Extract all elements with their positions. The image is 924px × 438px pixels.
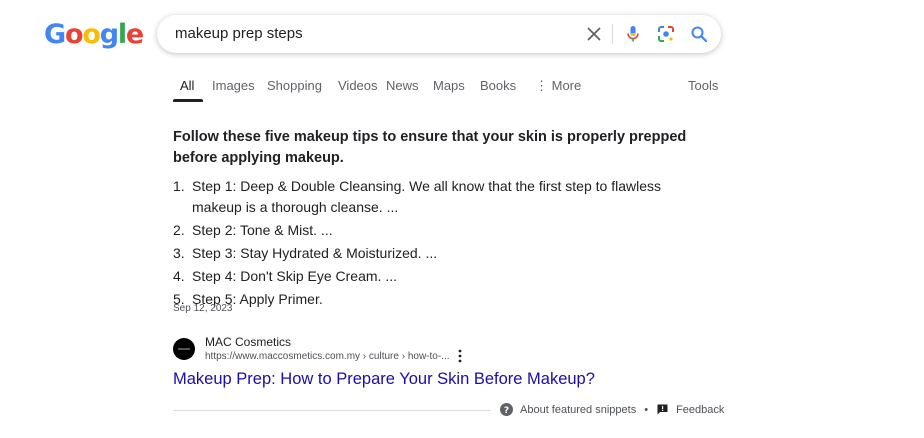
about-featured-snippets-link[interactable]: About featured snippets bbox=[520, 404, 636, 416]
logo-letter: l bbox=[117, 19, 127, 50]
search-input[interactable]: makeup prep steps bbox=[175, 25, 303, 42]
tab-maps[interactable]: Maps bbox=[433, 78, 465, 93]
list-item: 5. Step 5: Apply Primer. bbox=[173, 289, 713, 310]
snippet-footer: ? About featured snippets • Feedback bbox=[500, 403, 724, 416]
help-icon[interactable]: ? bbox=[500, 403, 513, 416]
divider bbox=[173, 410, 491, 411]
separator: • bbox=[644, 403, 649, 416]
list-item: 3. Step 3: Stay Hydrated & Moisturized. .… bbox=[173, 243, 713, 264]
site-name[interactable]: MAC Cosmetics bbox=[205, 335, 291, 349]
step-text: Step 4: Don't Skip Eye Cream. ... bbox=[192, 268, 397, 284]
snippet-heading: Follow these five makeup tips to ensure … bbox=[173, 129, 687, 166]
snippet-date: Sep 12, 2023 bbox=[173, 303, 233, 314]
active-tab-indicator bbox=[173, 99, 203, 102]
tab-books[interactable]: Books bbox=[480, 78, 516, 93]
logo-letter: e bbox=[125, 19, 144, 50]
tab-images[interactable]: Images bbox=[212, 78, 255, 93]
list-item: 1. Step 1: Deep & Double Cleansing. We al… bbox=[173, 176, 713, 218]
step-number: 2. bbox=[173, 222, 185, 238]
step-text: Step 2: Tone & Mist. ... bbox=[192, 222, 333, 238]
site-favicon-icon bbox=[173, 338, 195, 360]
tab-videos[interactable]: Videos bbox=[338, 78, 378, 93]
clear-icon[interactable] bbox=[584, 24, 604, 44]
tools-button[interactable]: Tools bbox=[688, 78, 718, 93]
result-title-link[interactable]: Makeup Prep: How to Prepare Your Skin Be… bbox=[173, 370, 595, 389]
site-url[interactable]: https://www.maccosmetics.com.my › cultur… bbox=[205, 351, 450, 362]
google-logo[interactable]: Google bbox=[44, 19, 144, 51]
list-item: 4. Step 4: Don't Skip Eye Cream. ... bbox=[173, 266, 713, 287]
step-text: Step 1: Deep & Double Cleansing. We all … bbox=[192, 178, 661, 215]
logo-letter: o bbox=[64, 19, 84, 50]
tab-news[interactable]: News bbox=[386, 78, 419, 93]
svg-text:?: ? bbox=[504, 406, 509, 416]
tab-shopping[interactable]: Shopping bbox=[267, 78, 322, 93]
feedback-icon[interactable] bbox=[656, 403, 669, 416]
logo-letter: G bbox=[44, 19, 66, 50]
step-text: Step 3: Stay Hydrated & Moisturized. ... bbox=[192, 245, 438, 261]
feedback-link[interactable]: Feedback bbox=[676, 404, 724, 416]
logo-letter: o bbox=[82, 19, 101, 50]
tab-more-label: More bbox=[551, 78, 582, 93]
search-divider bbox=[612, 24, 613, 44]
lens-icon[interactable] bbox=[656, 24, 676, 44]
tab-more[interactable]: ⋮ More bbox=[535, 78, 581, 94]
more-vert-icon: ⋮ bbox=[535, 78, 548, 93]
tab-all[interactable]: All bbox=[180, 78, 194, 93]
search-icon[interactable] bbox=[689, 24, 709, 44]
logo-letter: g bbox=[99, 19, 119, 50]
snippet-steps-list: 1. Step 1: Deep & Double Cleansing. We al… bbox=[173, 176, 713, 312]
list-item: 2. Step 2: Tone & Mist. ... bbox=[173, 220, 713, 241]
step-number: 1. bbox=[173, 178, 185, 194]
more-options-icon[interactable] bbox=[454, 348, 466, 364]
search-box[interactable]: makeup prep steps bbox=[157, 15, 721, 53]
step-number: 4. bbox=[173, 268, 185, 284]
microphone-icon[interactable] bbox=[623, 24, 643, 44]
step-number: 3. bbox=[173, 245, 185, 261]
